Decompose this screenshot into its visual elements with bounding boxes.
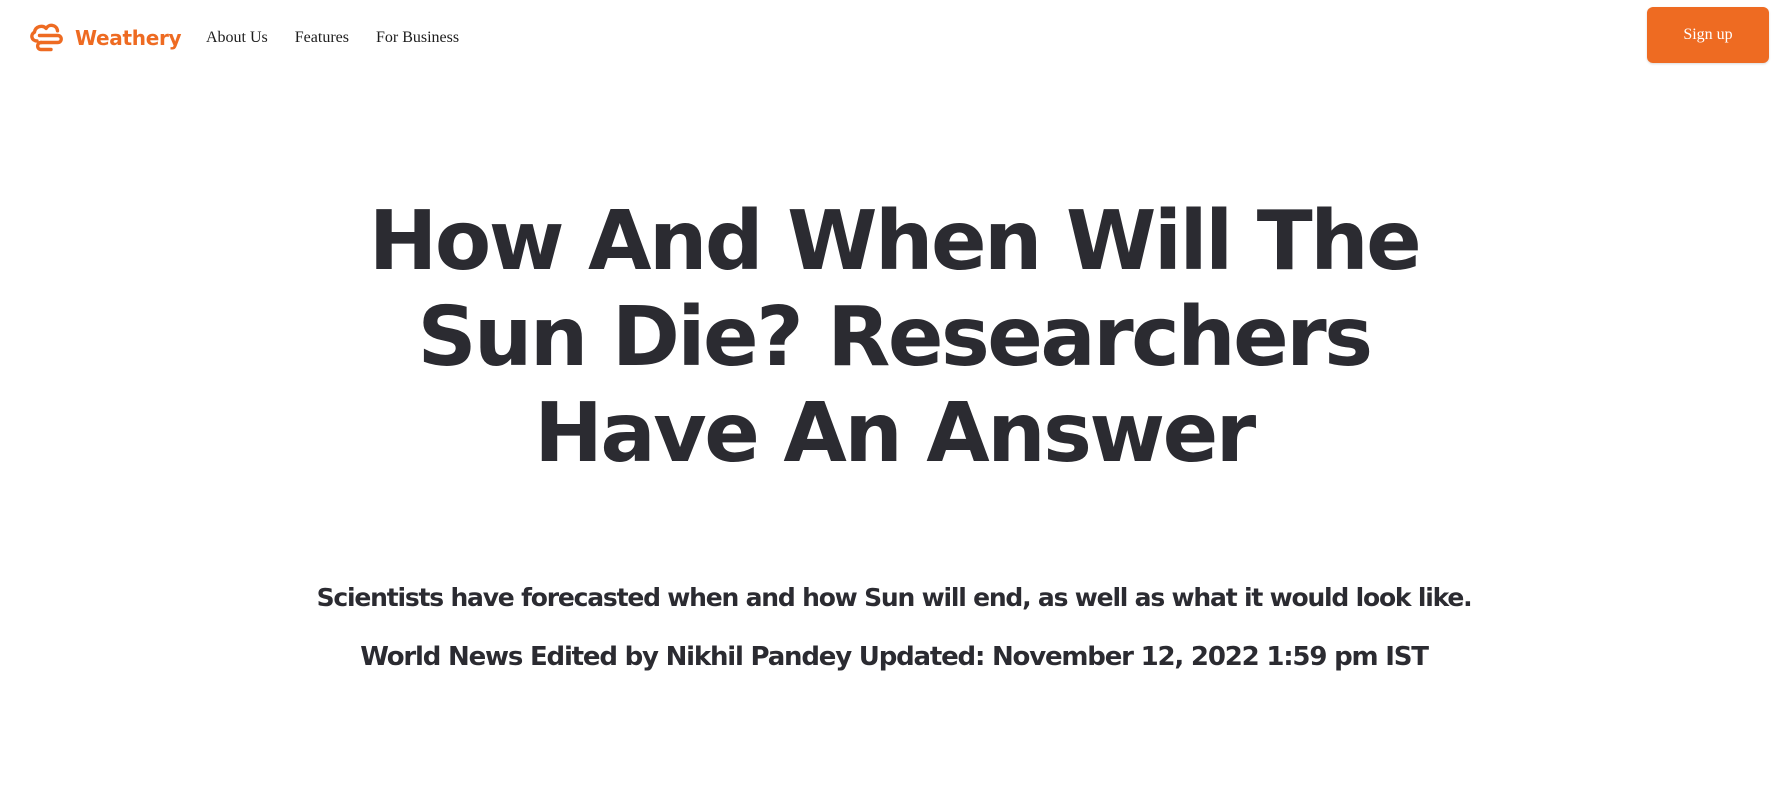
primary-nav: About Us Features For Business <box>206 29 459 47</box>
article-meta: World News Edited by Nikhil Pandey Updat… <box>360 642 1429 672</box>
brand-logo-link[interactable]: Weathery <box>27 18 182 58</box>
article-title: How And When Will The Sun Die? Researche… <box>368 194 1422 481</box>
brand-name: Weathery <box>75 26 182 50</box>
nav-features[interactable]: Features <box>295 29 349 47</box>
weathery-cloud-logo-icon <box>30 23 63 52</box>
sign-up-button[interactable]: Sign up <box>1647 7 1769 63</box>
nav-about-us[interactable]: About Us <box>206 29 268 47</box>
top-navbar: Weathery About Us Features For Business … <box>0 0 1788 72</box>
article-subtitle: Scientists have forecasted when and how … <box>316 583 1473 612</box>
nav-for-business[interactable]: For Business <box>376 29 459 47</box>
